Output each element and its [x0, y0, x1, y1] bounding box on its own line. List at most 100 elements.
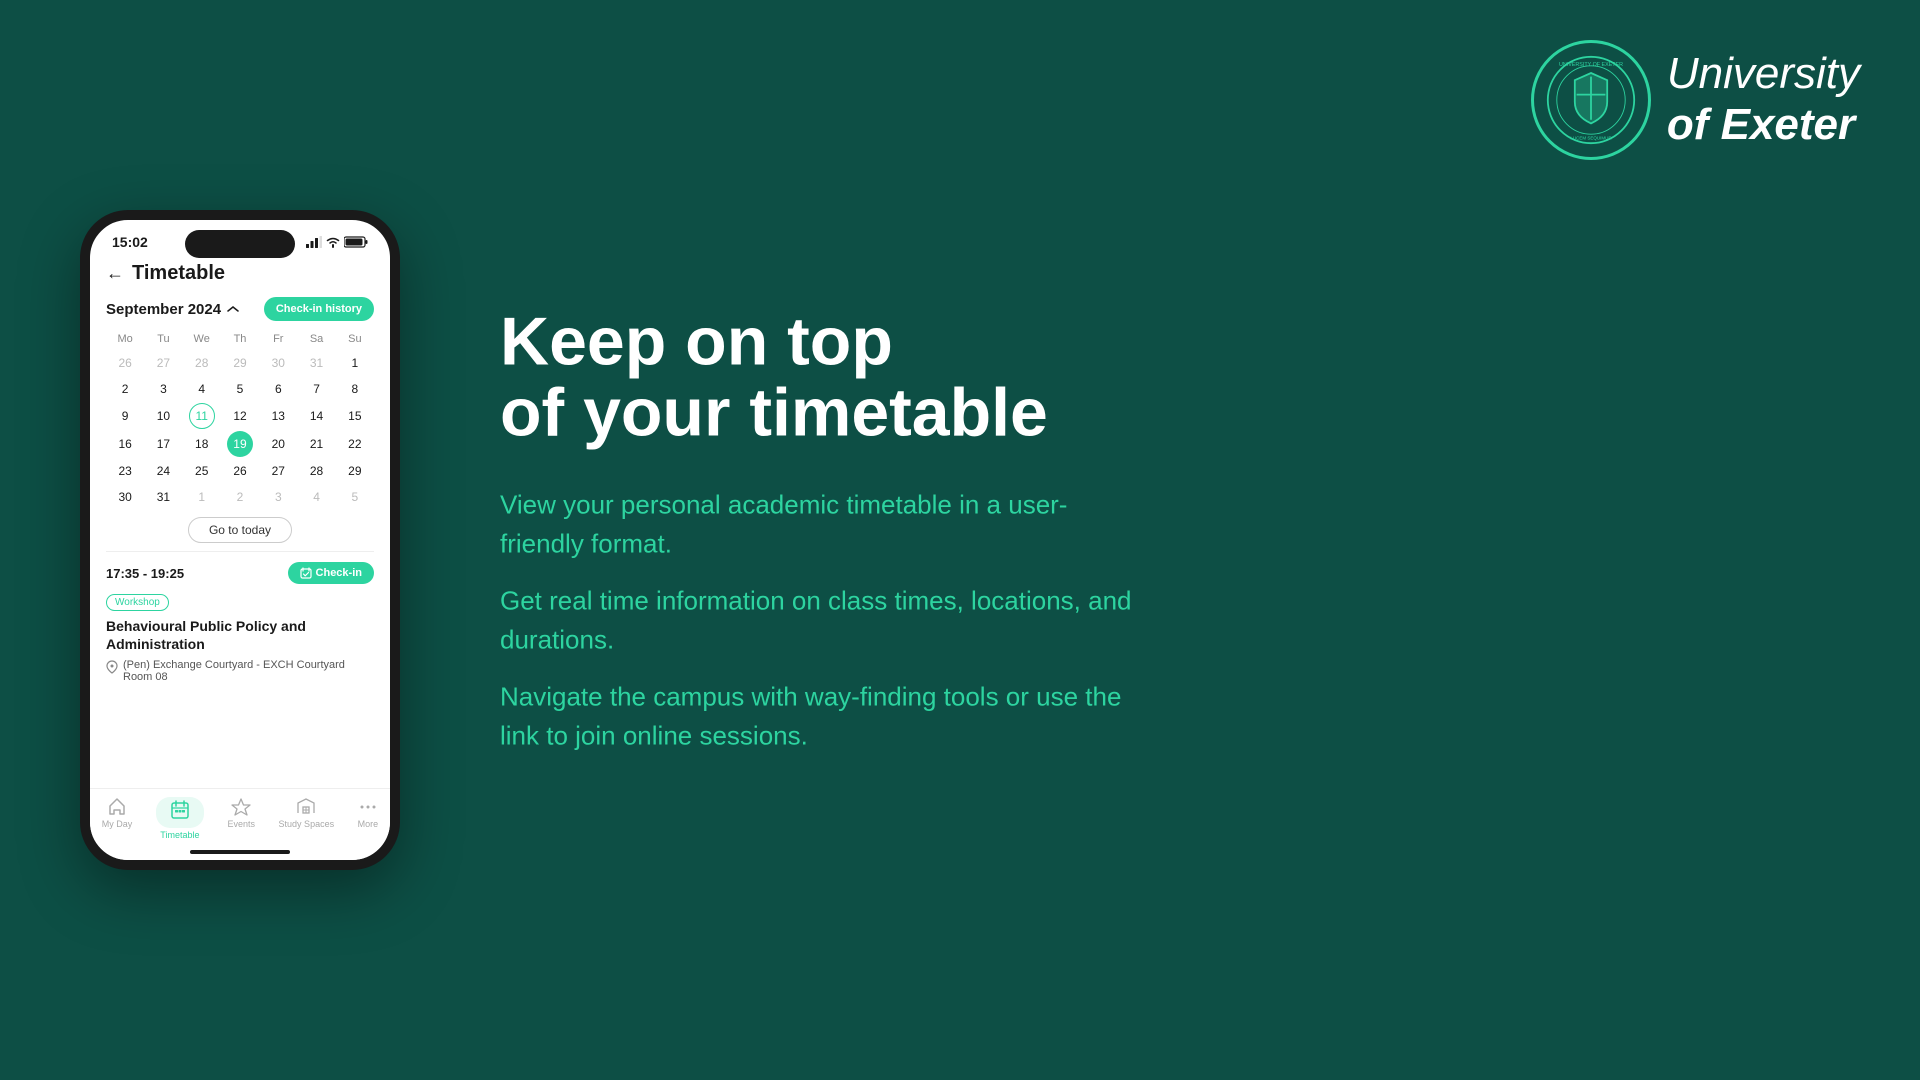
cal-day[interactable]: 5: [350, 485, 361, 509]
cal-day[interactable]: 4: [311, 485, 322, 509]
cal-day-today[interactable]: 11: [189, 403, 215, 429]
cal-day[interactable]: 26: [116, 351, 133, 375]
cal-day[interactable]: 20: [270, 432, 287, 456]
checkin-history-button[interactable]: Check-in history: [264, 297, 374, 321]
phone-notch: [185, 230, 295, 258]
go-today-button[interactable]: Go to today: [188, 517, 292, 543]
cal-day[interactable]: 24: [155, 459, 172, 483]
calendar-days: 26 27 28 29 30 31 1 2 3 4 5 6 7 8 9: [106, 351, 374, 509]
cal-day[interactable]: 10: [155, 404, 172, 428]
weekday-mo: Mo: [106, 331, 144, 347]
status-time: 15:02: [112, 234, 148, 250]
cal-day[interactable]: 28: [193, 351, 210, 375]
nav-label-myday: My Day: [102, 819, 133, 829]
weekday-su: Su: [336, 331, 374, 347]
nav-label-timetable: Timetable: [160, 830, 199, 840]
weekday-tu: Tu: [144, 331, 182, 347]
more-icon: [358, 797, 378, 817]
nav-label-events: Events: [227, 819, 255, 829]
nav-item-events[interactable]: Events: [227, 797, 255, 840]
cal-day[interactable]: 1: [350, 351, 361, 375]
cal-day[interactable]: 2: [120, 377, 131, 401]
nav-label-more: More: [358, 819, 379, 829]
weekday-we: We: [183, 331, 221, 347]
studyspaces-icon: [296, 797, 316, 817]
calendar-check-icon: [300, 567, 312, 579]
cal-day[interactable]: 16: [116, 432, 133, 456]
cal-day[interactable]: 17: [155, 432, 172, 456]
headline: Keep on top of your timetable: [500, 307, 1150, 450]
nav-item-myday[interactable]: My Day: [102, 797, 133, 840]
emblem-svg: UNIVERSITY OF EXETER LUCEM SEQUIMUR: [1546, 55, 1636, 145]
event-location: (Pen) Exchange Courtyard - EXCH Courtyar…: [106, 659, 374, 683]
cal-day[interactable]: 14: [308, 404, 325, 428]
month-title: September 2024: [106, 301, 239, 318]
body-text-2: Get real time information on class times…: [500, 581, 1150, 659]
cal-day[interactable]: 29: [346, 459, 363, 483]
cal-day[interactable]: 3: [273, 485, 284, 509]
signal-icon: [306, 236, 322, 248]
back-arrow-icon[interactable]: ←: [106, 263, 124, 284]
cal-day[interactable]: 15: [346, 404, 363, 428]
cal-day[interactable]: 29: [231, 351, 248, 375]
checkin-button[interactable]: Check-in: [288, 562, 374, 584]
cal-day[interactable]: 6: [273, 377, 284, 401]
cal-day[interactable]: 30: [116, 485, 133, 509]
timetable-icon: [170, 800, 190, 820]
cal-day[interactable]: 4: [196, 377, 207, 401]
cal-day[interactable]: 12: [231, 404, 248, 428]
phone-frame: 15:02: [80, 210, 400, 870]
calendar-weekdays: Mo Tu We Th Fr Sa Su: [106, 331, 374, 347]
nav-item-more[interactable]: More: [358, 797, 379, 840]
cal-day[interactable]: 27: [270, 459, 287, 483]
cal-day[interactable]: 31: [155, 485, 172, 509]
cal-day[interactable]: 27: [155, 351, 172, 375]
cal-day[interactable]: 9: [120, 404, 131, 428]
body-text-1: View your personal academic timetable in…: [500, 485, 1150, 563]
cal-day[interactable]: 25: [193, 459, 210, 483]
cal-day[interactable]: 30: [270, 351, 287, 375]
cal-day[interactable]: 26: [231, 459, 248, 483]
university-emblem: UNIVERSITY OF EXETER LUCEM SEQUIMUR: [1531, 40, 1651, 160]
cal-day[interactable]: 8: [350, 377, 361, 401]
cal-day[interactable]: 3: [158, 377, 169, 401]
body-text-3: Navigate the campus with way-finding too…: [500, 677, 1150, 755]
month-header: September 2024 Check-in history: [106, 297, 374, 321]
cal-day[interactable]: 28: [308, 459, 325, 483]
university-name: University of Exeter: [1667, 49, 1860, 150]
cal-day[interactable]: 1: [196, 485, 207, 509]
right-content: Keep on top of your timetable View your …: [500, 307, 1150, 774]
nav-item-studyspaces[interactable]: Study Spaces: [279, 797, 335, 840]
cal-day[interactable]: 22: [346, 432, 363, 456]
cal-day[interactable]: 7: [311, 377, 322, 401]
status-icons: [306, 236, 368, 248]
weekday-th: Th: [221, 331, 259, 347]
cal-day[interactable]: 18: [193, 432, 210, 456]
event-name: Behavioural Public Policy and Administra…: [106, 617, 374, 653]
nav-item-timetable[interactable]: Timetable: [156, 797, 204, 840]
weekday-fr: Fr: [259, 331, 297, 347]
events-icon: [231, 797, 251, 817]
cal-day[interactable]: 31: [308, 351, 325, 375]
event-time-row: 17:35 - 19:25 Check-in: [106, 562, 374, 584]
event-section: 17:35 - 19:25 Check-in Workshop Behaviou…: [106, 551, 374, 683]
phone-home-bar: [190, 850, 290, 854]
app-content: ← Timetable September 2024 Check-in hist…: [90, 254, 390, 844]
cal-day-selected[interactable]: 19: [227, 431, 253, 457]
nav-label-studyspaces: Study Spaces: [279, 819, 335, 829]
cal-day[interactable]: 21: [308, 432, 325, 456]
cal-day[interactable]: 5: [235, 377, 246, 401]
battery-icon: [344, 236, 368, 248]
cal-day[interactable]: 13: [270, 404, 287, 428]
chevron-up-icon[interactable]: [227, 305, 239, 313]
calendar: Mo Tu We Th Fr Sa Su 26 27 28 29 30 31 1: [106, 331, 374, 509]
cal-day[interactable]: 23: [116, 459, 133, 483]
cal-day[interactable]: 2: [235, 485, 246, 509]
svg-text:UNIVERSITY OF EXETER: UNIVERSITY OF EXETER: [1559, 62, 1623, 68]
app-title: Timetable: [132, 262, 225, 285]
event-time: 17:35 - 19:25: [106, 566, 184, 581]
app-header: ← Timetable: [106, 254, 374, 297]
phone-mockup: 15:02: [80, 210, 400, 870]
svg-text:LUCEM SEQUIMUR: LUCEM SEQUIMUR: [1570, 136, 1612, 141]
event-tag: Workshop: [106, 594, 169, 611]
